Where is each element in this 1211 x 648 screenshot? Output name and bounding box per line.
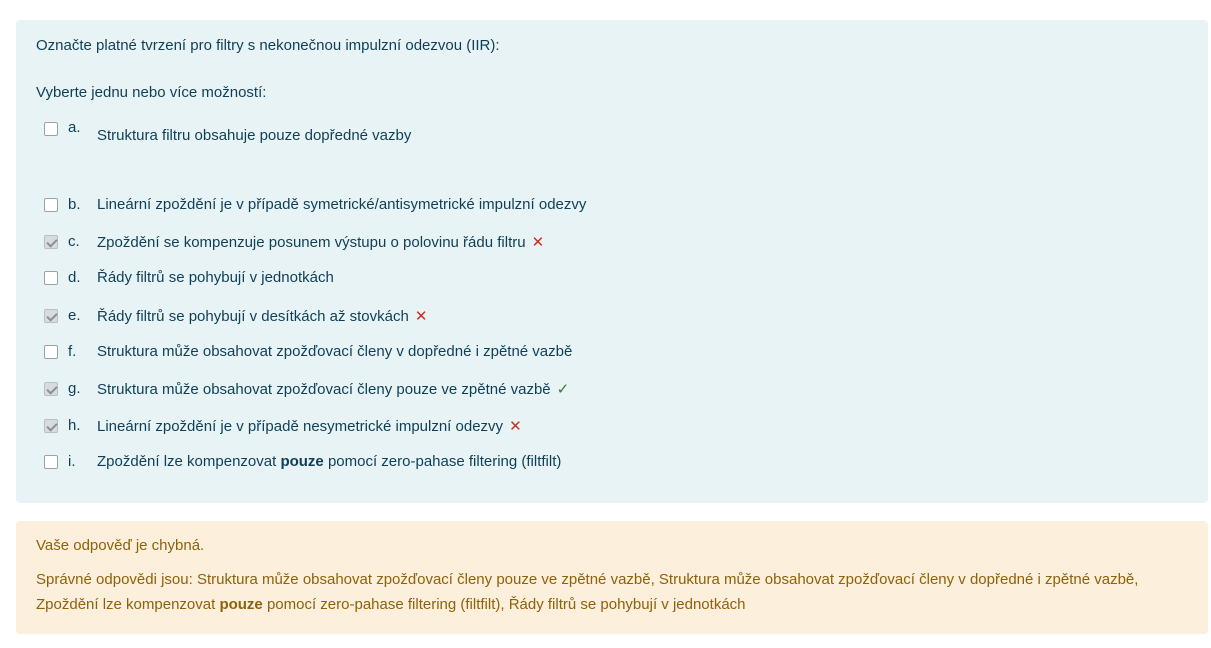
feedback-title: Vaše odpověď je chybná.	[36, 537, 205, 554]
option-letter: e.	[68, 307, 81, 324]
feedback-panel: Vaše odpověď je chybná. Správné odpovědi…	[16, 521, 1208, 634]
option-label: Zpoždění se kompenzuje posunem výstupu o…	[97, 234, 545, 251]
option-d[interactable]: d. Řády filtrů se pohybují v jednotkách	[44, 269, 1144, 289]
option-g[interactable]: g. Struktura může obsahovat zpožďovací č…	[44, 380, 1144, 400]
option-a[interactable]: a. Struktura filtru obsahuje pouze dopře…	[44, 119, 1144, 144]
option-b[interactable]: b. Lineární zpoždění je v případě symetr…	[44, 196, 1144, 216]
option-label: Struktura může obsahovat zpožďovací člen…	[97, 381, 570, 398]
option-e[interactable]: e. Řády filtrů se pohybují v desítkách a…	[44, 307, 1144, 327]
option-letter: h.	[68, 417, 81, 434]
option-label: Struktura může obsahovat zpožďovací člen…	[97, 343, 573, 360]
option-b-checkbox[interactable]	[44, 198, 58, 212]
incorrect-icon: ✕	[509, 418, 522, 435]
option-c[interactable]: c. Zpoždění se kompenzuje posunem výstup…	[44, 233, 1144, 253]
option-label-bold: pouze	[280, 453, 324, 470]
option-g-checkbox[interactable]	[44, 382, 58, 396]
option-f[interactable]: f. Struktura může obsahovat zpožďovací č…	[44, 343, 1144, 363]
option-h-checkbox[interactable]	[44, 419, 58, 433]
question-text: Označte platné tvrzení pro filtry s neko…	[36, 37, 500, 54]
correct-answers-text: Správné odpovědi jsou: Struktura může ob…	[36, 571, 1139, 613]
correct-answers-bold: pouze	[219, 596, 263, 613]
option-d-checkbox[interactable]	[44, 271, 58, 285]
option-i-checkbox[interactable]	[44, 455, 58, 469]
question-prompt: Vyberte jednu nebo více možností:	[36, 84, 267, 101]
option-label: Lineární zpoždění je v případě nesymetri…	[97, 418, 522, 435]
option-letter: d.	[68, 269, 81, 286]
option-letter: g.	[68, 380, 81, 397]
option-f-checkbox[interactable]	[44, 345, 58, 359]
option-label: Řády filtrů se pohybují v jednotkách	[97, 269, 334, 286]
option-e-checkbox[interactable]	[44, 309, 58, 323]
option-label: Zpoždění lze kompenzovat pouze pomocí ze…	[97, 453, 562, 470]
option-i[interactable]: i. Zpoždění lze kompenzovat pouze pomocí…	[44, 453, 1144, 473]
option-label: Řády filtrů se pohybují v desítkách až s…	[97, 308, 428, 325]
correct-icon: ✓	[556, 381, 570, 398]
option-letter: i.	[68, 453, 76, 470]
option-letter: c.	[68, 233, 80, 250]
option-h[interactable]: h. Lineární zpoždění je v případě nesyme…	[44, 417, 1144, 437]
option-label: Struktura filtru obsahuje pouze dopředné…	[97, 127, 412, 144]
incorrect-icon: ✕	[414, 308, 428, 325]
option-c-checkbox[interactable]	[44, 235, 58, 249]
option-letter: b.	[68, 196, 81, 213]
option-letter: a.	[68, 119, 81, 136]
option-letter: f.	[68, 343, 77, 360]
option-a-checkbox[interactable]	[44, 122, 58, 136]
option-label: Lineární zpoždění je v případě symetrick…	[97, 196, 587, 213]
incorrect-icon: ✕	[531, 234, 545, 251]
question-panel: Označte platné tvrzení pro filtry s neko…	[16, 20, 1208, 503]
